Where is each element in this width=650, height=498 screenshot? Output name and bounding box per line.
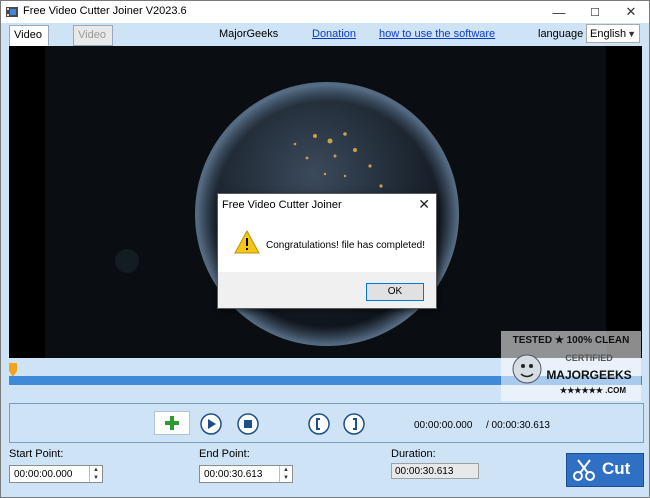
majorgeeks-watermark: TESTED ★ 100% CLEAN CERTIFIED MAJORGEEKS… [501,331,641,401]
app-window: Free Video Cutter Joiner V2023.6 — ☐ ✕ V… [0,0,650,498]
title-bar[interactable]: Free Video Cutter Joiner V2023.6 — ☐ ✕ [1,1,649,23]
language-label: language [538,28,584,40]
watermark-mascot-icon [512,354,542,384]
language-select[interactable]: English ▼ [586,24,640,43]
add-icon [165,416,179,430]
playhead-marker-icon[interactable] [9,363,17,377]
end-point-spinner[interactable]: ▲ ▼ [279,466,292,482]
close-icon: ✕ [625,4,637,19]
minimize-button[interactable]: — [541,1,577,23]
dialog-title-bar: Free Video Cutter Joiner ✕ [218,194,436,216]
maximize-button[interactable]: ☐ [577,1,613,23]
watermark-line4: ★★★★★★ .COM [560,386,626,395]
mark-in-icon[interactable] [308,413,330,435]
start-point-input[interactable]: 00:00:00.000 ▲ ▼ [9,465,103,483]
watermark-line2: CERTIFIED [565,353,613,363]
dialog-close-icon[interactable]: ✕ [418,196,430,213]
dialog-title: Free Video Cutter Joiner [222,199,342,211]
majorgeeks-label: MajorGeeks [219,28,279,40]
ok-button[interactable]: OK [366,283,424,301]
tab-video-joiner[interactable]: Video Joiner [73,25,113,60]
stop-icon[interactable] [237,413,259,435]
watermark-line1: TESTED ★ 100% CLEAN [513,335,630,346]
add-segment-button[interactable] [154,411,190,435]
window-title: Free Video Cutter Joiner V2023.6 [23,5,187,17]
watermark-line3: MAJORGEEKS [546,368,631,382]
completion-dialog: Free Video Cutter Joiner ✕ Congratulatio… [217,193,437,309]
warning-icon [234,230,260,254]
play-icon[interactable] [200,413,222,435]
spin-down-icon[interactable]: ▼ [280,474,292,482]
start-point-label: Start Point: [9,448,64,460]
dialog-message: Congratulations! file has completed! [266,240,425,251]
chevron-down-icon: ▼ [627,29,636,39]
duration-value: 00:00:30.613 [395,466,454,477]
current-time: 00:00:00.000 [414,420,473,431]
language-value: English [590,28,627,40]
tab-video-cutter[interactable]: Video Cutter [9,25,49,60]
playback-controls: 00:00:00.000 / 00:00:30.613 [9,403,644,443]
spin-down-icon[interactable]: ▼ [90,474,102,482]
spin-up-icon[interactable]: ▲ [280,466,292,474]
donation-link[interactable]: Donation [312,28,356,40]
app-icon [6,7,18,17]
duration-label: Duration: [391,448,436,460]
close-button[interactable]: ✕ [613,1,649,23]
howto-link[interactable]: how to use the software [379,28,495,40]
scissors-icon [573,459,595,481]
spin-up-icon[interactable]: ▲ [90,466,102,474]
mark-out-icon[interactable] [343,413,365,435]
end-point-label: End Point: [199,448,250,460]
total-time: / 00:00:30.613 [486,420,550,431]
end-point-input[interactable]: 00:00:30.613 ▲ ▼ [199,465,293,483]
cut-label: Cut [602,459,631,478]
start-point-spinner[interactable]: ▲ ▼ [89,466,102,482]
end-point-value: 00:00:30.613 [204,469,263,480]
maximize-icon: ☐ [590,6,600,19]
duration-field: 00:00:30.613 [391,463,479,479]
start-point-value: 00:00:00.000 [14,469,73,480]
dialog-body: Congratulations! file has completed! [218,216,436,272]
cut-button[interactable]: Cut [566,453,644,487]
minimize-icon: — [552,4,566,20]
